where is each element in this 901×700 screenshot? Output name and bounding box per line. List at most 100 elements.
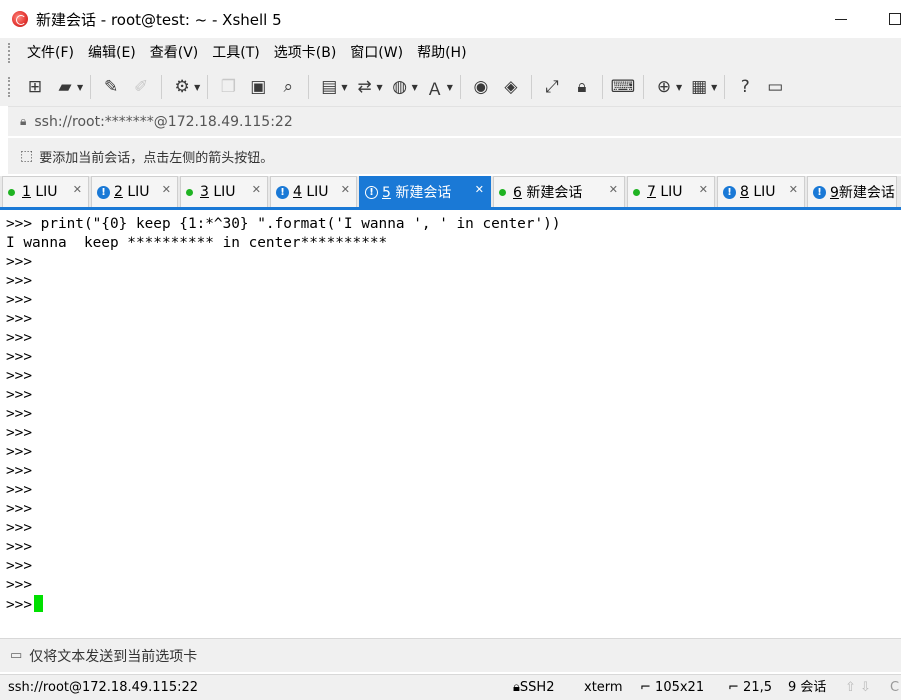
close-icon[interactable]: ✕ <box>252 183 261 196</box>
globe-dropdown-icon[interactable]: ▼ <box>412 83 418 92</box>
session-tabs: 1 LIU ✕ ! 2 LIU ✕ 3 LIU ✕ ! 4 LIU ✕ ! 5 … <box>0 176 901 210</box>
close-icon[interactable]: ✕ <box>609 183 618 196</box>
tab-5-new-session[interactable]: ! 5 新建会话 ✕ <box>359 176 491 207</box>
terminal-line: >>> <box>6 349 32 365</box>
compose-bar[interactable]: ▭ 仅将文本发送到当前选项卡 <box>0 638 901 672</box>
add-tab-icon[interactable]: ⊕ <box>652 75 676 99</box>
globe-icon[interactable]: ◍ <box>388 75 412 99</box>
tab-label: LIU <box>660 184 683 200</box>
reconnect-icon[interactable]: ✎ <box>99 75 123 99</box>
layout-dropdown-icon[interactable]: ▼ <box>711 83 717 92</box>
close-icon[interactable]: ✕ <box>789 183 798 196</box>
toolbar-grip[interactable] <box>8 77 12 97</box>
toolbar-separator <box>161 75 163 99</box>
terminal-line: >>> print("{0} keep {1:*^30} ".format('I… <box>6 216 561 232</box>
lock-icon: 🔒︎ <box>513 680 520 695</box>
terminal-prompt-line[interactable]: >>> <box>6 595 901 614</box>
tab-number: 3 <box>200 184 209 200</box>
address-bar[interactable]: 🔒︎ ssh://root:*******@172.18.49.115:22 <box>8 106 901 136</box>
transfer-dropdown-icon[interactable]: ▼ <box>376 83 382 92</box>
close-icon[interactable]: ✕ <box>162 183 171 196</box>
help-icon[interactable]: ? <box>733 75 757 99</box>
menu-help[interactable]: 帮助(H) <box>410 38 473 68</box>
terminal-line: >>> <box>6 425 32 441</box>
tab-number: 2 <box>114 184 123 200</box>
minimize-button[interactable] <box>818 0 864 38</box>
menu-file[interactable]: 文件(F) <box>20 38 81 68</box>
close-icon[interactable]: ✕ <box>475 183 484 196</box>
font-icon[interactable]: Ａ <box>423 75 447 100</box>
menu-tools[interactable]: 工具(T) <box>205 38 266 68</box>
properties-icon[interactable]: ⚙ <box>170 75 194 99</box>
tab-label: LIU <box>213 184 236 200</box>
xmanager-icon[interactable]: ◈ <box>499 75 523 99</box>
fullscreen-icon[interactable]: ⤢ <box>540 75 564 99</box>
terminal-line: >>> <box>6 539 32 555</box>
maximize-button[interactable] <box>872 0 901 38</box>
status-size: ⌐ 105x21 <box>640 680 705 695</box>
address-text[interactable]: ssh://root:*******@172.18.49.115:22 <box>34 114 292 130</box>
find-icon[interactable]: ⌕ <box>276 75 300 99</box>
chat-icon[interactable]: ▭ <box>763 75 787 99</box>
open-dropdown-icon[interactable]: ▼ <box>77 83 83 92</box>
lock-icon[interactable]: 🔒︎ <box>570 75 594 99</box>
tab-3-liu[interactable]: 3 LIU ✕ <box>180 176 268 207</box>
copy-icon[interactable]: ❐ <box>216 75 240 99</box>
tab-label: 新建会话 <box>526 185 583 201</box>
hint-bar: ⬚ 要添加当前会话，点击左侧的箭头按钮。 <box>8 138 901 174</box>
tab-2-liu[interactable]: ! 2 LIU ✕ <box>91 176 178 207</box>
paste-icon[interactable]: ▣ <box>246 75 270 99</box>
add-tab-dropdown-icon[interactable]: ▼ <box>676 83 682 92</box>
connected-icon <box>186 188 193 196</box>
toolbar-separator <box>530 75 532 99</box>
cursor-position-icon: ⌐ <box>728 680 739 695</box>
tab-1-liu[interactable]: 1 LIU ✕ <box>2 176 89 207</box>
keyboard-icon[interactable]: ⌨ <box>611 75 636 99</box>
print-dropdown-icon[interactable]: ▼ <box>341 83 347 92</box>
hint-text: 要添加当前会话，点击左侧的箭头按钮。 <box>39 150 274 166</box>
tab-number: 6 <box>513 185 522 201</box>
transfer-icon[interactable]: ⇄ <box>352 75 376 99</box>
tab-7-liu[interactable]: 7 LIU ✕ <box>627 176 715 207</box>
warning-icon: ! <box>365 185 378 199</box>
connected-icon <box>8 188 15 196</box>
send-menu-icon[interactable]: ▭ <box>10 648 22 663</box>
layout-icon[interactable]: ▦ <box>687 75 711 99</box>
new-session-icon[interactable]: ⊞ <box>23 75 47 99</box>
menu-window[interactable]: 窗口(W) <box>343 38 410 68</box>
lock-icon: 🔒︎ <box>20 114 27 128</box>
warning-icon: ! <box>813 185 826 199</box>
status-terminal-type: xterm <box>584 680 623 695</box>
tab-number: 9 <box>830 185 839 201</box>
font-dropdown-icon[interactable]: ▼ <box>447 83 453 92</box>
tab-label: LIU <box>753 184 776 200</box>
tab-8-liu[interactable]: ! 8 LIU ✕ <box>717 176 805 207</box>
tab-number: 7 <box>647 184 656 200</box>
menu-edit[interactable]: 编辑(E) <box>81 38 143 68</box>
tab-4-liu[interactable]: ! 4 LIU ✕ <box>270 176 357 207</box>
tab-number: 4 <box>293 184 302 200</box>
xftp-icon[interactable]: ◉ <box>469 75 493 99</box>
print-icon[interactable]: ▤ <box>317 75 341 99</box>
warning-icon: ! <box>97 185 110 199</box>
close-icon[interactable]: ✕ <box>341 183 350 196</box>
add-session-arrow-icon[interactable]: ⬚ <box>20 148 33 164</box>
close-icon[interactable]: ✕ <box>73 183 82 196</box>
disconnect-icon[interactable]: ✐ <box>129 75 153 99</box>
menu-view[interactable]: 查看(V) <box>143 38 206 68</box>
tab-6-new-session[interactable]: 6 新建会话 ✕ <box>493 176 625 207</box>
close-icon[interactable]: ✕ <box>699 183 708 196</box>
properties-dropdown-icon[interactable]: ▼ <box>194 83 200 92</box>
xshell-logo-icon <box>12 11 28 27</box>
menu-tabs[interactable]: 选项卡(B) <box>267 38 344 68</box>
status-caps: C <box>890 680 900 695</box>
open-folder-icon[interactable]: ▰ <box>53 75 77 99</box>
terminal-area[interactable]: >>> print("{0} keep {1:*^30} ".format('I… <box>0 213 901 637</box>
tab-number: 8 <box>740 184 749 200</box>
menu-grip[interactable] <box>8 43 12 63</box>
terminal-cursor <box>34 595 43 612</box>
menu-bar: 文件(F) 编辑(E) 查看(V) 工具(T) 选项卡(B) 窗口(W) 帮助(… <box>0 38 901 68</box>
connected-icon <box>499 188 506 196</box>
status-sessions: 9 会话 <box>788 680 827 695</box>
tab-9-new-session[interactable]: ! 9新建会话 <box>807 176 897 207</box>
